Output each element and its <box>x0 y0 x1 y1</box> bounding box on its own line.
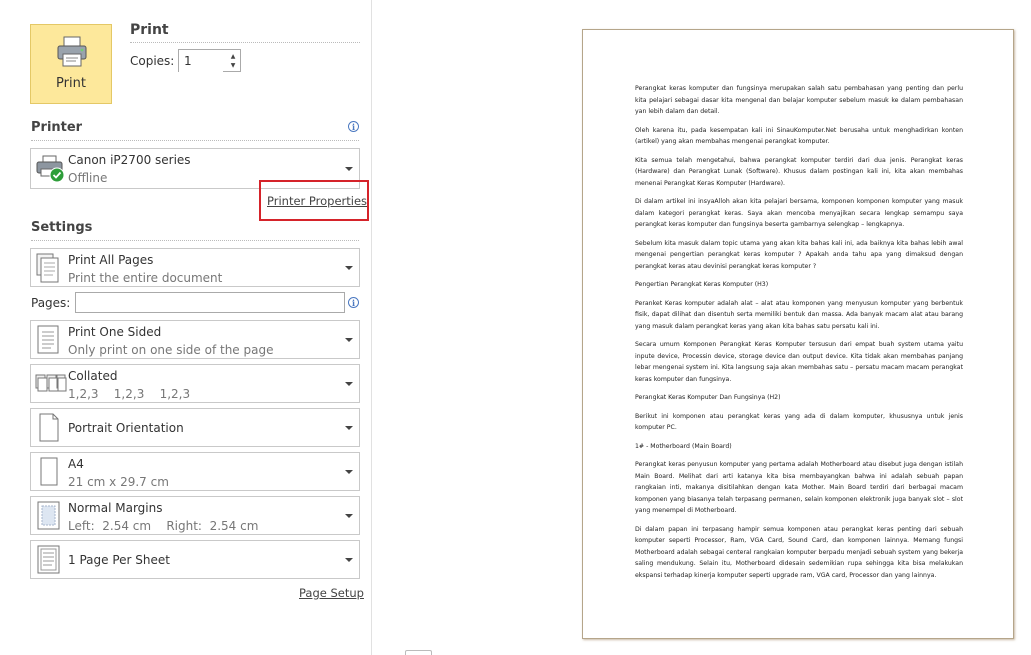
paper-size-title: A4 <box>68 457 84 471</box>
print-range-subtitle: Print the entire document <box>68 271 223 285</box>
printer-status-icon <box>36 155 65 182</box>
divider <box>31 140 359 141</box>
sides-dropdown[interactable]: Print One Sided Only print on one side o… <box>30 320 360 359</box>
collation-title: Collated <box>68 369 118 383</box>
chevron-down-icon <box>345 557 353 562</box>
margins-subtitle: Left: 2.54 cm Right: 2.54 cm <box>68 519 259 533</box>
chevron-down-icon <box>345 425 353 430</box>
preview-paragraph: Di dalam papan ini terpasang hampir semu… <box>635 525 963 579</box>
pages-info-icon[interactable]: i <box>348 297 359 308</box>
paper-size-dropdown[interactable]: A4 21 cm x 29.7 cm <box>30 452 360 491</box>
chevron-down-icon <box>345 469 353 474</box>
page-navigator-edge[interactable] <box>405 650 432 655</box>
preview-page: Perangkat keras komputer dan fungsinya m… <box>582 29 1014 639</box>
divider <box>31 240 359 241</box>
preview-page-text: Perangkat keras komputer dan fungsinya m… <box>635 83 963 588</box>
sides-title: Print One Sided <box>68 325 162 339</box>
copies-input[interactable] <box>179 50 223 72</box>
print-button[interactable]: Print <box>30 24 112 104</box>
preview-paragraph: Perangkat Keras Komputer Dan Fungsinya (… <box>635 394 781 401</box>
print-backstage: Print Print Copies: ▲ ▼ Printer i Canon … <box>0 0 1031 655</box>
preview-paragraph: Perangkat keras komputer dan fungsinya m… <box>635 85 963 115</box>
page-setup-link[interactable]: Page Setup <box>299 586 364 600</box>
spin-up-icon[interactable]: ▲ <box>228 52 238 61</box>
printer-status: Offline <box>68 171 108 185</box>
preview-paragraph: Perangkat keras penyusun komputer yang p… <box>635 461 963 514</box>
copies-stepper[interactable]: ▲ ▼ <box>178 49 241 72</box>
chevron-down-icon <box>345 381 353 386</box>
chevron-down-icon <box>345 337 353 342</box>
printer-heading: Printer <box>31 120 83 135</box>
preview-paragraph: Kita semua telah mengetahui, bahwa peran… <box>635 156 963 187</box>
collation-dropdown[interactable]: Collated 1,2,3 1,2,3 1,2,3 <box>30 364 360 403</box>
orientation-title: Portrait Orientation <box>68 421 184 435</box>
annotation-highlight-box <box>259 180 369 221</box>
collated-icon <box>35 374 67 391</box>
pages-per-sheet-icon <box>37 545 60 573</box>
print-title: Print <box>130 22 169 38</box>
margins-dropdown[interactable]: Normal Margins Left: 2.54 cm Right: 2.54… <box>30 496 360 535</box>
pages-icon <box>36 253 59 282</box>
portrait-icon <box>39 413 59 441</box>
orientation-dropdown[interactable]: Portrait Orientation <box>30 408 360 447</box>
pages-input[interactable] <box>75 292 345 313</box>
margins-title: Normal Margins <box>68 501 163 515</box>
preview-paragraph: Sebelum kita masuk dalam topic utama yan… <box>635 239 963 270</box>
preview-paragraph: Oleh karena itu, pada kesempatan kali in… <box>635 126 963 146</box>
margins-icon <box>37 501 60 529</box>
sides-subtitle: Only print on one side of the page <box>68 343 274 357</box>
printer-info-icon[interactable]: i <box>348 121 359 132</box>
paper-size-subtitle: 21 cm x 29.7 cm <box>68 475 169 489</box>
print-range-title: Print All Pages <box>68 253 154 267</box>
preview-paragraph: Peranket Keras komputer adalah alat – al… <box>635 299 963 330</box>
print-button-label: Print <box>56 76 86 91</box>
preview-paragraph: Berikut ini komponen atau perangkat kera… <box>635 412 963 432</box>
preview-paragraph: Pengertian Perangkat Keras Komputer (H3) <box>635 281 769 288</box>
chevron-down-icon <box>345 166 353 171</box>
print-settings-panel: Print Print Copies: ▲ ▼ Printer i Canon … <box>0 0 372 655</box>
collation-subtitle: 1,2,3 1,2,3 1,2,3 <box>68 387 191 401</box>
spin-down-icon[interactable]: ▼ <box>228 61 238 70</box>
chevron-down-icon <box>345 513 353 518</box>
one-sided-icon <box>37 325 59 353</box>
pages-per-sheet-title: 1 Page Per Sheet <box>68 553 170 567</box>
print-range-dropdown[interactable]: Print All Pages Print the entire documen… <box>30 248 360 287</box>
printer-icon <box>57 36 87 67</box>
printer-name: Canon iP2700 series <box>68 153 191 167</box>
divider <box>130 42 360 43</box>
preview-paragraph: 1# - Motherboard (Main Board) <box>635 442 732 450</box>
copies-label: Copies: <box>130 54 175 68</box>
pages-per-sheet-dropdown[interactable]: 1 Page Per Sheet <box>30 540 360 579</box>
settings-heading: Settings <box>31 220 93 235</box>
preview-paragraph: Secara umum Komponen Perangkat Keras Kom… <box>635 341 963 383</box>
paper-size-icon <box>40 457 58 485</box>
pages-label: Pages: <box>31 296 71 310</box>
preview-paragraph: Di dalam artikel ini insyaAlloh akan kit… <box>635 198 963 228</box>
chevron-down-icon <box>345 265 353 270</box>
copies-spinner[interactable]: ▲ ▼ <box>228 52 238 70</box>
